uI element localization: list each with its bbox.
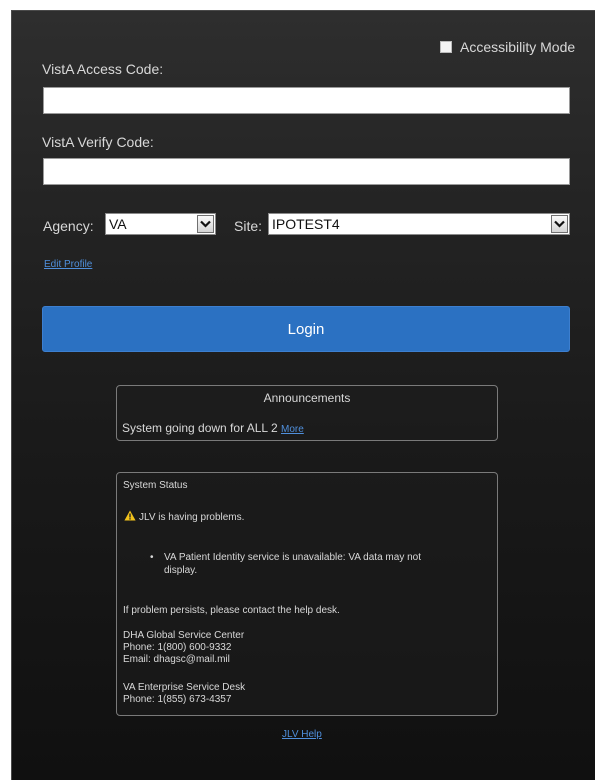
va-service-desk-contact: VA Enterprise Service Desk Phone: 1(855)… bbox=[123, 682, 245, 706]
status-bullet-text: VA Patient Identity service is unavailab… bbox=[164, 551, 421, 577]
status-bullet-line-1: VA Patient Identity service is unavailab… bbox=[164, 552, 421, 563]
announcement-message: System going down for ALL 2 bbox=[122, 421, 278, 435]
accessibility-mode-checkbox[interactable] bbox=[440, 41, 452, 53]
status-bullet-item: • VA Patient Identity service is unavail… bbox=[150, 551, 480, 577]
dha-phone: Phone: 1(800) 600-9332 bbox=[123, 642, 232, 653]
login-panel: Accessibility Mode VistA Access Code: Vi… bbox=[11, 10, 595, 780]
site-select-value: IPOTEST4 bbox=[272, 216, 340, 232]
va-service-desk-phone: Phone: 1(855) 673-4357 bbox=[123, 694, 232, 705]
announcements-box: Announcements System going down for ALL … bbox=[116, 385, 498, 441]
site-label: Site: bbox=[234, 218, 263, 234]
agency-select-value: VA bbox=[109, 216, 127, 232]
access-code-label: VistA Access Code: bbox=[42, 61, 164, 77]
access-code-input[interactable] bbox=[43, 87, 570, 114]
login-button[interactable]: Login bbox=[42, 306, 570, 352]
verify-code-label: VistA Verify Code: bbox=[42, 134, 154, 150]
va-service-desk-name: VA Enterprise Service Desk bbox=[123, 682, 246, 693]
dha-email: Email: dhagsc@mail.mil bbox=[123, 654, 230, 665]
agency-label: Agency: bbox=[43, 218, 94, 234]
chevron-down-icon[interactable] bbox=[197, 215, 214, 233]
status-alert: JLV is having problems. bbox=[124, 510, 244, 524]
system-status-title: System Status bbox=[123, 480, 188, 491]
status-alert-text: JLV is having problems. bbox=[139, 511, 245, 523]
accessibility-mode-option[interactable]: Accessibility Mode bbox=[440, 39, 575, 55]
edit-profile-link[interactable]: Edit Profile bbox=[44, 259, 92, 270]
system-status-box: System Status JLV is having problems. • … bbox=[116, 472, 498, 716]
agency-select[interactable]: VA bbox=[105, 213, 216, 235]
accessibility-mode-label: Accessibility Mode bbox=[460, 39, 576, 55]
status-bullet-line-2: display. bbox=[164, 565, 198, 576]
warning-icon bbox=[124, 510, 136, 524]
site-select[interactable]: IPOTEST4 bbox=[268, 213, 570, 235]
help-desk-instruction: If problem persists, please contact the … bbox=[123, 605, 340, 616]
announcement-item: System going down for ALL 2 More bbox=[122, 421, 304, 435]
dha-name: DHA Global Service Center bbox=[123, 630, 245, 641]
chevron-down-icon[interactable] bbox=[551, 215, 568, 233]
announcement-more-link[interactable]: More bbox=[281, 424, 304, 435]
bullet-dot: • bbox=[150, 552, 154, 563]
verify-code-input[interactable] bbox=[43, 158, 570, 185]
dha-contact: DHA Global Service Center Phone: 1(800) … bbox=[123, 630, 244, 666]
announcements-title: Announcements bbox=[263, 391, 351, 405]
jlv-help-link[interactable]: JLV Help bbox=[282, 729, 322, 740]
